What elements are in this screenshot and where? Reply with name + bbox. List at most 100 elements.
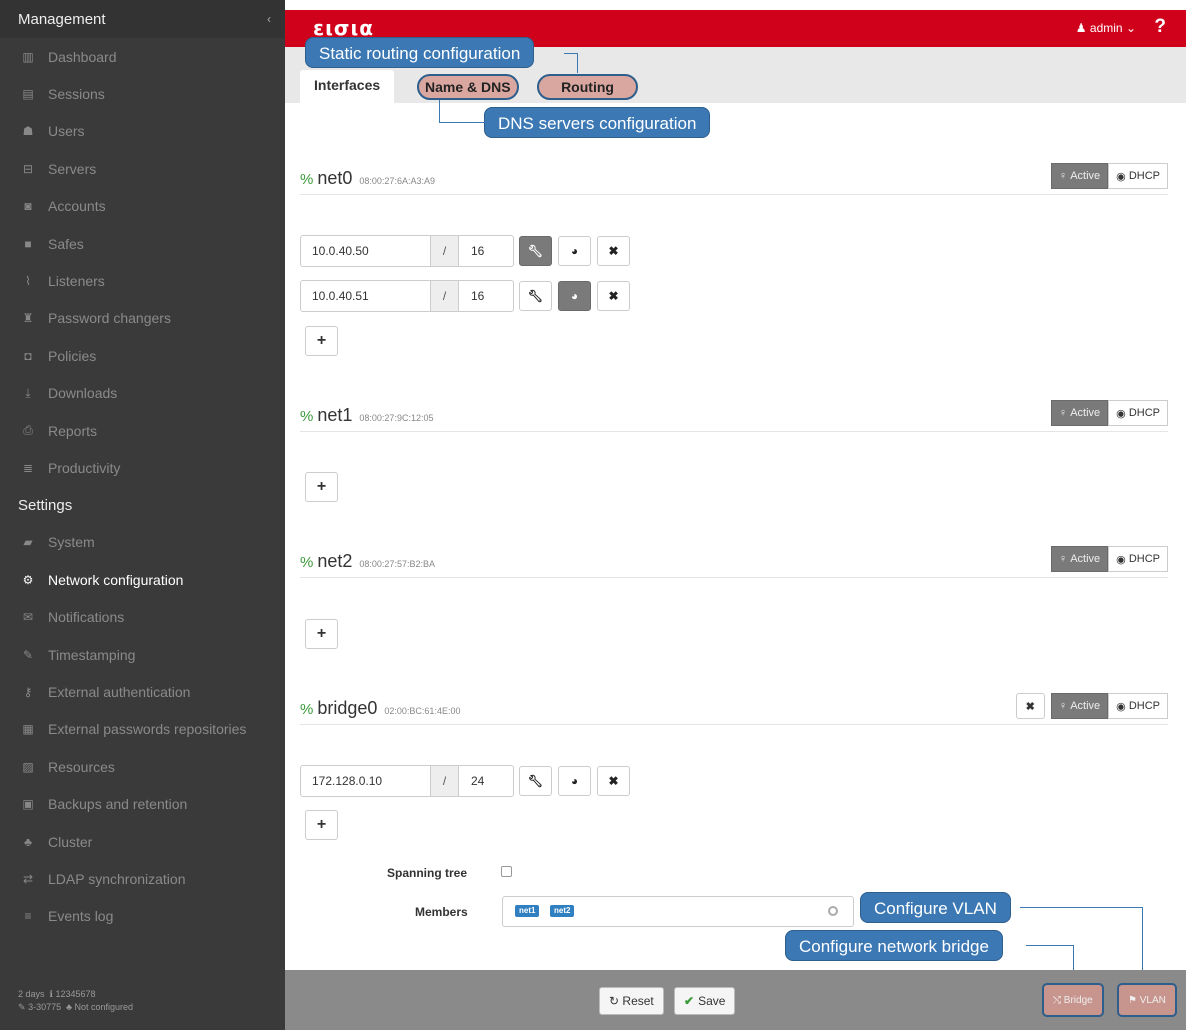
tab-name-dns[interactable]: Name & DNS: [417, 74, 519, 100]
vlan-label: VLAN: [1139, 994, 1166, 1006]
user-name: admin: [1089, 21, 1123, 35]
add-address-button[interactable]: +: [305, 619, 338, 649]
prefix-length-input[interactable]: 16: [458, 235, 514, 267]
callout-configure-bridge: Configure network bridge: [785, 930, 1003, 961]
member-tag[interactable]: net2: [550, 905, 575, 917]
active-toggle[interactable]: ♀ Active: [1050, 163, 1109, 189]
address-row: 172.128.0.10 / 24 🔧︎ ◕ ✖: [300, 765, 630, 797]
add-address-button[interactable]: +: [305, 326, 338, 356]
globe-icon[interactable]: ◕: [558, 236, 591, 266]
save-button[interactable]: ✔ Save: [674, 987, 736, 1015]
sidebar-item-label: External passwords repositories: [48, 721, 247, 738]
sidebar-item-servers[interactable]: ⊟ Servers: [0, 150, 285, 187]
sidebar-item-label: Safes: [48, 235, 84, 252]
sitemap-icon: ♣: [66, 1002, 73, 1012]
sidebar-item-sessions[interactable]: ▤ Sessions: [0, 75, 285, 112]
member-tag[interactable]: net1: [515, 905, 540, 917]
sidebar-item-external-authentication[interactable]: ⚷ External authentication: [0, 673, 285, 710]
sidebar-item-users[interactable]: ☗ Users: [0, 113, 285, 150]
close-icon[interactable]: ✖: [597, 236, 630, 266]
sidebar-item-safes[interactable]: ■ Safes: [0, 225, 285, 262]
callout-leader: [564, 53, 578, 73]
sidebar-item-external-passwords-repositories[interactable]: ▦ External passwords repositories: [0, 711, 285, 748]
wrench-icon[interactable]: 🔧︎: [519, 236, 552, 266]
interface-net2-header: % net2 08:00:27:57:B2:BA ♀ Active ◉ DHCP: [300, 546, 1168, 578]
ip-address-input[interactable]: 10.0.40.50: [300, 235, 431, 267]
refresh-icon: ↻: [609, 994, 620, 1008]
sidebar-item-policies[interactable]: ◘ Policies: [0, 337, 285, 374]
dhcp-toggle[interactable]: ◉ DHCP: [1108, 546, 1168, 572]
add-vlan-button[interactable]: ⚑ VLAN: [1117, 983, 1177, 1017]
interface-name: net0: [317, 168, 353, 188]
sidebar-item-listeners[interactable]: ⌇ Listeners: [0, 262, 285, 299]
interface-net0-header: % net0 08:00:27:6A:A3:A9 ♀ Active ◉ DHCP: [300, 163, 1168, 195]
globe-icon[interactable]: ◕: [558, 766, 591, 796]
members-select[interactable]: net1 net2: [502, 896, 854, 927]
interface-net1-header: % net1 08:00:27:9C:12:05 ♀ Active ◉ DHCP: [300, 400, 1168, 432]
reports-icon: ⎙: [23, 423, 33, 438]
prefix-length-input[interactable]: 16: [458, 280, 514, 312]
add-address-button[interactable]: +: [305, 472, 338, 502]
wrench-icon[interactable]: 🔧︎: [519, 281, 552, 311]
sidebar-item-label: Cluster: [48, 833, 93, 850]
sidebar-item-backups-and-retention[interactable]: ▣ Backups and retention: [0, 785, 285, 822]
sidebar-item-events-log[interactable]: ≡ Events log: [0, 898, 285, 935]
close-icon[interactable]: ✖: [597, 281, 630, 311]
sidebar-item-reports[interactable]: ⎙ Reports: [0, 412, 285, 449]
clear-icon[interactable]: [828, 906, 838, 916]
envelope-icon: ✉: [22, 610, 34, 625]
close-icon[interactable]: ✖: [1015, 693, 1045, 719]
sidebar-item-label: Dashboard: [48, 48, 117, 65]
prefix-separator: /: [431, 765, 458, 797]
sidebar-item-accounts[interactable]: ◙ Accounts: [0, 188, 285, 225]
help-button[interactable]: ?: [1154, 16, 1166, 38]
tab-routing[interactable]: Routing: [537, 74, 638, 100]
user-menu[interactable]: ♟ admin ⌄: [1076, 21, 1136, 35]
sidebar-settings-header: Settings: [18, 496, 73, 514]
wrench-icon[interactable]: 🔧︎: [519, 766, 552, 796]
sidebar-item-label: Accounts: [48, 198, 106, 215]
active-toggle[interactable]: ♀ Active: [1050, 546, 1109, 572]
sidebar-item-network-configuration[interactable]: ⚙ Network configuration: [0, 561, 285, 598]
active-toggle[interactable]: ♀ Active: [1050, 693, 1109, 719]
ip-address-input[interactable]: 172.128.0.10: [300, 765, 431, 797]
sidebar-item-notifications[interactable]: ✉ Notifications: [0, 598, 285, 635]
dhcp-label: DHCP: [1128, 407, 1160, 419]
sidebar-item-ldap-synchronization[interactable]: ⇄ LDAP synchronization: [0, 860, 285, 897]
dhcp-toggle[interactable]: ◉ DHCP: [1108, 400, 1168, 426]
active-toggle[interactable]: ♀ Active: [1050, 400, 1109, 426]
sidebar-item-resources[interactable]: ▨ Resources: [0, 748, 285, 785]
sidebar-item-label: Policies: [48, 347, 97, 364]
address-row: 10.0.40.50 / 16 🔧︎ ◕ ✖: [300, 235, 630, 267]
sidebar-item-downloads[interactable]: ⤓ Downloads: [0, 375, 285, 412]
interface-toggles: ♀ Active ◉ DHCP: [1050, 163, 1168, 189]
cluster-status-text: Not configured: [74, 1002, 134, 1012]
interface-name: net1: [317, 405, 353, 425]
globe-icon[interactable]: ◕: [558, 281, 591, 311]
spanning-tree-checkbox[interactable]: [501, 866, 512, 877]
add-address-button[interactable]: +: [305, 810, 338, 840]
listeners-icon: ⌇: [25, 274, 31, 289]
tab-interfaces[interactable]: Interfaces: [300, 70, 395, 103]
dhcp-toggle[interactable]: ◉ DHCP: [1108, 163, 1168, 189]
sidebar-item-label: Reports: [48, 422, 98, 439]
interface-title: % net0 08:00:27:6A:A3:A9: [300, 168, 435, 189]
add-bridge-button[interactable]: ⤭ Bridge: [1042, 983, 1104, 1017]
chevron-left-icon[interactable]: ‹: [267, 12, 271, 26]
reset-button[interactable]: ↻ Reset: [599, 987, 664, 1015]
sidebar-item-productivity[interactable]: ≣ Productivity: [0, 449, 285, 486]
sidebar-item-cluster[interactable]: ♣ Cluster: [0, 823, 285, 860]
sidebar-item-system[interactable]: ▰ System: [0, 524, 285, 561]
sidebar-item-label: Sessions: [48, 86, 105, 103]
sidebar-item-label: Notifications: [48, 609, 125, 626]
close-icon[interactable]: ✖: [597, 766, 630, 796]
globe-icon: ◉: [1116, 700, 1126, 713]
prefix-length-input[interactable]: 24: [458, 765, 514, 797]
dhcp-label: DHCP: [1128, 553, 1160, 565]
dhcp-toggle[interactable]: ◉ DHCP: [1108, 693, 1168, 719]
sidebar-item-timestamping[interactable]: ✎ Timestamping: [0, 636, 285, 673]
sidebar-item-password-changers[interactable]: ♜ Password changers: [0, 300, 285, 337]
sidebar: Management ‹ ▥ Dashboard ▤ Sessions ☗ Users…: [0, 0, 285, 1030]
sidebar-item-dashboard[interactable]: ▥ Dashboard: [0, 38, 285, 75]
ip-address-input[interactable]: 10.0.40.51: [300, 280, 431, 312]
